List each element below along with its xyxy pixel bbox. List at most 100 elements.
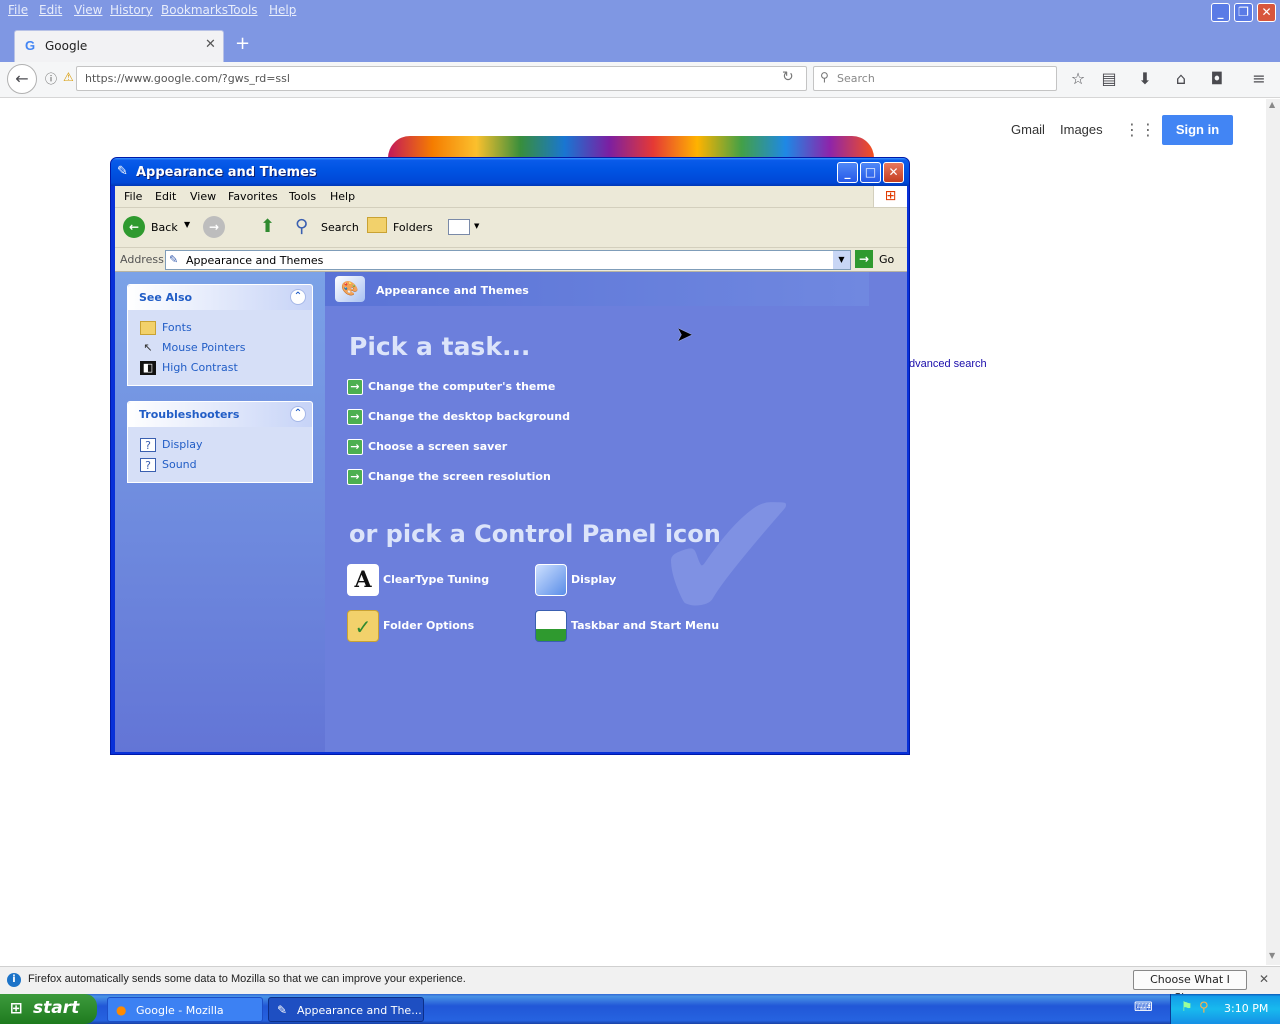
pocket-icon[interactable]: ◘ <box>1206 68 1228 90</box>
info-icon[interactable]: ⓘ <box>45 70 57 87</box>
mouse-cursor-icon: ➤ <box>676 322 693 346</box>
url-text: https://www.google.com/?gws_rd=ssl <box>85 72 290 85</box>
scroll-up-icon[interactable]: ▲ <box>1269 100 1275 109</box>
reading-list-icon[interactable]: ▤ <box>1098 68 1120 90</box>
icon-label: Taskbar and Start Menu <box>571 619 720 632</box>
gmail-link[interactable]: Gmail <box>1011 122 1045 137</box>
clock[interactable]: 3:10 PM <box>1224 1002 1268 1015</box>
xp-menu-help[interactable]: Help <box>330 190 355 203</box>
taskbar-item-label: Appearance and The... <box>297 1004 422 1017</box>
search-tray-icon[interactable]: ⚲ <box>1199 1000 1209 1015</box>
close-button[interactable]: ✕ <box>1257 3 1276 22</box>
sign-in-button[interactable]: Sign in <box>1162 115 1233 145</box>
windows-flag-icon: ⊞ <box>10 999 23 1017</box>
see-also-high-contrast[interactable]: High Contrast <box>162 361 238 374</box>
address-label: Address <box>120 253 164 266</box>
notification-close-icon[interactable]: ✕ <box>1259 972 1269 986</box>
firefox-icon: ● <box>116 1003 127 1017</box>
new-tab-button[interactable]: + <box>235 33 250 54</box>
start-button[interactable]: ⊞ start <box>0 994 97 1024</box>
window-app-icon: ✎ <box>117 164 128 179</box>
control-panel-window: ✎ Appearance and Themes _ □ ✕ File Edit … <box>110 157 910 755</box>
address-dropdown-icon[interactable]: ▼ <box>833 251 850 269</box>
advanced-search-link[interactable]: dvanced search <box>909 358 987 370</box>
task-arrow-icon: → <box>347 409 363 425</box>
menu-bookmarks[interactable]: Bookmarks <box>161 3 228 17</box>
search-icon: ⚲ <box>820 70 829 84</box>
images-link[interactable]: Images <box>1060 122 1103 137</box>
task-label: Change the screen resolution <box>368 470 551 483</box>
menu-history[interactable]: History <box>110 3 153 17</box>
xp-menu-file[interactable]: File <box>124 190 142 203</box>
chevron-down-icon[interactable]: ▼ <box>184 220 190 229</box>
data-notification-bar: i Firefox automatically sends some data … <box>0 966 1280 994</box>
taskbar-item-firefox[interactable]: ● Google - Mozilla Firefox <box>107 997 263 1022</box>
xp-menu-edit[interactable]: Edit <box>155 190 176 203</box>
pick-icon-heading: or pick a Control Panel icon <box>349 520 721 548</box>
views-grid-icon[interactable] <box>448 219 470 235</box>
menu-edit[interactable]: Edit <box>39 3 62 17</box>
network-tray-icon[interactable]: ⚑ <box>1181 1000 1193 1015</box>
hamburger-menu-icon[interactable]: ≡ <box>1248 68 1270 90</box>
back-arrow-icon[interactable]: ← <box>7 64 37 94</box>
scroll-down-icon[interactable]: ▼ <box>1269 951 1275 960</box>
windows-logo-icon: ⊞ <box>873 186 907 207</box>
go-arrow-icon: → <box>855 250 873 268</box>
home-icon[interactable]: ⌂ <box>1170 68 1192 90</box>
google-doodle-image[interactable] <box>388 136 874 158</box>
troubleshooter-display[interactable]: Display <box>162 438 203 451</box>
taskbar-item-label: Google - Mozilla Firefox <box>136 1004 224 1017</box>
search-bar[interactable]: ⚲ Search <box>813 66 1057 91</box>
mouse-pointer-icon: ↖ <box>143 341 153 354</box>
menu-file[interactable]: File <box>8 3 28 17</box>
xp-menu-favorites[interactable]: Favorites <box>228 190 278 203</box>
address-input[interactable]: ✎ Appearance and Themes ▼ <box>165 250 851 270</box>
tab-close-icon[interactable]: ✕ <box>205 37 216 52</box>
category-content: 🎨 Appearance and Themes ✔ Pick a task...… <box>325 272 907 752</box>
address-bar: Address ✎ Appearance and Themes ▼ → Go <box>115 248 907 272</box>
appearance-themes-icon: 🎨 <box>335 276 365 302</box>
url-bar[interactable]: ⓘ ⚠ https://www.google.com/?gws_rd=ssl ↻ <box>45 66 807 91</box>
reload-icon[interactable]: ↻ <box>782 69 794 85</box>
troubleshooters-header[interactable]: Troubleshooters ⌃ <box>128 402 312 427</box>
go-button[interactable]: → Go <box>855 250 903 270</box>
folders-button[interactable]: Folders <box>365 214 437 242</box>
see-also-fonts[interactable]: Fonts <box>162 321 192 334</box>
xp-close-button[interactable]: ✕ <box>883 162 904 183</box>
views-chevron-down-icon[interactable]: ▼ <box>474 222 479 230</box>
bookmark-star-icon[interactable]: ☆ <box>1067 68 1089 90</box>
search-button[interactable]: ⚲ Search <box>293 214 359 242</box>
see-also-header[interactable]: See Also ⌃ <box>128 285 312 310</box>
help-icon: ? <box>140 458 156 472</box>
menu-view[interactable]: View <box>74 3 102 17</box>
tab-title: Google <box>45 39 88 53</box>
collapse-chevron-icon[interactable]: ⌃ <box>290 289 306 305</box>
xp-menu-view[interactable]: View <box>190 190 216 203</box>
menu-tools[interactable]: Tools <box>228 3 258 17</box>
keyboard-tray-icon[interactable]: ⌨ <box>1134 1000 1153 1015</box>
xp-menu-tools[interactable]: Tools <box>289 190 316 203</box>
display-monitor-icon <box>535 564 567 596</box>
tab-google[interactable]: G Google ✕ <box>14 30 224 62</box>
taskbar-item-appearance[interactable]: ✎ Appearance and The... <box>268 997 424 1022</box>
menu-help[interactable]: Help <box>269 3 296 17</box>
xp-minimize-button[interactable]: _ <box>837 162 858 183</box>
search-placeholder: Search <box>837 72 875 85</box>
download-icon[interactable]: ⬇ <box>1134 68 1156 90</box>
forward-arrow-icon[interactable]: → <box>203 216 225 238</box>
troubleshooter-sound[interactable]: Sound <box>162 458 197 471</box>
window-titlebar[interactable]: ✎ Appearance and Themes _ □ ✕ <box>111 158 909 186</box>
firefox-menubar: File Edit View History Bookmarks Tools H… <box>0 0 1280 22</box>
choose-what-i-share-button[interactable]: Choose What I Share <box>1133 970 1247 1004</box>
magnifier-icon: ⚲ <box>295 216 309 237</box>
see-also-mouse-pointers[interactable]: Mouse Pointers <box>162 341 246 354</box>
up-folder-icon[interactable]: ⬆ <box>260 216 275 237</box>
page-scrollbar[interactable]: ▲ ▼ <box>1266 99 1280 965</box>
collapse-chevron-icon[interactable]: ⌃ <box>290 406 306 422</box>
minimize-button[interactable]: _ <box>1211 3 1230 22</box>
restore-button[interactable]: ❐ <box>1234 3 1253 22</box>
lock-warning-icon[interactable]: ⚠ <box>63 70 74 84</box>
taskbar-start-menu-icon <box>535 610 567 642</box>
back-button[interactable]: ← Back ▼ <box>121 214 191 242</box>
xp-maximize-button[interactable]: □ <box>860 162 881 183</box>
